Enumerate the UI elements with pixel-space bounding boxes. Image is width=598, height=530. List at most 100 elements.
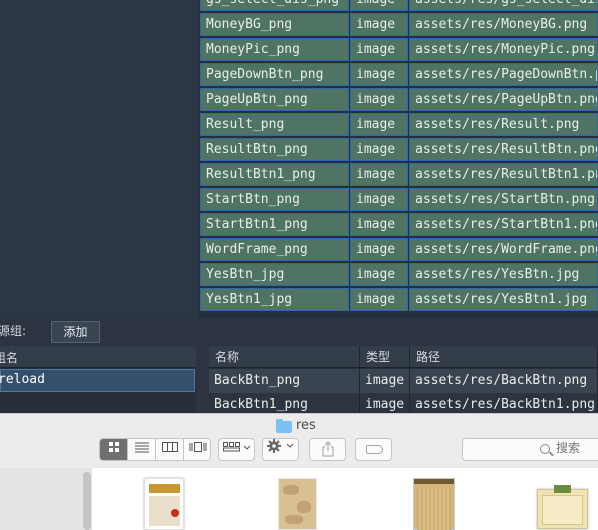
sidebar-scrollbar[interactable] — [83, 472, 91, 530]
columns-icon — [161, 442, 178, 452]
resource-name: ResultBtn_png — [200, 138, 349, 161]
table-row[interactable]: ResultBtn_png image assets/res/ResultBtn.p… — [199, 138, 598, 161]
resource-group-label: 资源组: — [0, 324, 27, 338]
coverflow-icon — [189, 442, 207, 452]
tag-button[interactable] — [355, 438, 392, 461]
window-title: res — [296, 418, 316, 433]
resource-type: image — [350, 288, 408, 311]
resource-type: image — [350, 113, 408, 136]
list-icon — [134, 442, 149, 453]
column-header-name[interactable]: 名称 — [209, 346, 360, 368]
resource-name: WordFrame_png — [200, 238, 349, 261]
resource-name: MoneyBG_png — [200, 13, 349, 36]
group-name-header: 组名 — [0, 351, 19, 365]
resource-path: assets/res/PageDownBtn.png — [409, 63, 598, 86]
action-button[interactable] — [262, 438, 299, 461]
table-row[interactable]: PageUpBtn_png image assets/res/PageUpBtn.p… — [199, 88, 598, 111]
resource-name: PageUpBtn_png — [200, 88, 349, 111]
column-view-button[interactable] — [156, 439, 184, 460]
groups-panel: 组名 reload — [0, 346, 196, 413]
texture-blot — [283, 485, 299, 495]
resource-path: assets/res/PageUpBtn.png — [409, 88, 598, 111]
resource-path: assets/res/MoneyBG.png — [409, 13, 598, 36]
share-button[interactable] — [309, 438, 346, 461]
table-row[interactable]: gs_select_dis_pngimageassets/res/gs_sele… — [199, 0, 598, 11]
resource-path: assets/res/YesBtn1.jpg — [409, 288, 598, 311]
groups-header[interactable]: 组名 — [0, 346, 196, 368]
table-row[interactable]: WordFrame_png image assets/res/WordFrame.p… — [199, 238, 598, 261]
resource-type: image — [350, 0, 408, 11]
list-view-button[interactable] — [128, 439, 156, 460]
resource-path: assets/res/BackBtn.png — [410, 369, 598, 393]
arrange-grid-icon — [223, 442, 251, 452]
finder-sidebar — [0, 468, 92, 530]
thumbnail-seal — [171, 509, 179, 517]
group-resources-panel: 名称 类型 路径 BackBtn_png image assets/res/Ba… — [209, 346, 598, 413]
table-row[interactable]: MoneyPic_png image assets/res/MoneyPic.png — [199, 38, 598, 61]
table-row[interactable]: YesBtn1_jpg image assets/res/YesBtn1.jpg — [199, 288, 598, 311]
view-mode-control — [99, 438, 211, 461]
resource-name: MoneyPic_png — [200, 38, 349, 61]
resource-name: YesBtn_jpg — [200, 263, 349, 286]
file-thumbnail-frame[interactable] — [537, 485, 588, 529]
thumbnail-band — [414, 479, 454, 484]
resource-type: image — [350, 63, 408, 86]
resource-type: image — [350, 138, 408, 161]
resource-type: image — [350, 88, 408, 111]
resource-type: image — [350, 13, 408, 36]
resource-type: image — [350, 263, 408, 286]
coverflow-view-button[interactable] — [184, 439, 212, 460]
group-row-reload[interactable]: reload — [0, 369, 195, 392]
resource-table: gs_select_dis_pngimageassets/res/gs_sele… — [199, 0, 598, 318]
table-row[interactable]: BackBtn_png image assets/res/BackBtn.png — [209, 369, 598, 393]
group-list-panel — [0, 0, 198, 318]
resource-name: BackBtn_png — [209, 369, 360, 393]
resource-name: ResultBtn1_png — [200, 163, 349, 186]
search-input[interactable] — [556, 441, 598, 455]
resource-type: image — [350, 213, 408, 236]
thumbnail-banner — [149, 484, 180, 493]
table-row[interactable]: BackBtn1_png image assets/res/BackBtn1.p… — [209, 393, 598, 413]
resource-path: assets/res/YesBtn.jpg — [409, 263, 598, 286]
resource-path: assets/res/StartBtn.png — [409, 188, 598, 211]
column-header-type[interactable]: 类型 — [360, 346, 410, 368]
table-row[interactable]: YesBtn_jpg image assets/res/YesBtn.jpg — [199, 263, 598, 286]
resource-name: BackBtn1_png — [209, 393, 360, 413]
icon-view-button[interactable] — [100, 439, 128, 460]
texture-blot — [297, 501, 311, 513]
resource-name: PageDownBtn_png — [200, 63, 349, 86]
resource-path: assets/res/Result.png — [409, 113, 598, 136]
file-thumbnail-parchment[interactable] — [278, 478, 317, 530]
resource-path: assets/res/MoneyPic.png — [409, 38, 598, 61]
resource-path: assets/res/WordFrame.png — [409, 238, 598, 261]
search-field[interactable] — [462, 438, 598, 461]
add-group-button[interactable]: 添加 — [51, 321, 100, 343]
file-thumbnail-game-title[interactable] — [144, 478, 184, 530]
grid-icon — [108, 442, 119, 452]
gear-icon — [267, 439, 294, 453]
resource-name: StartBtn_png — [200, 188, 349, 211]
column-header-path[interactable]: 路径 — [410, 346, 598, 368]
thumbnail-inner-frame — [542, 495, 583, 525]
table-row[interactable]: StartBtn_png image assets/res/StartBtn.png — [199, 188, 598, 211]
thumbnail-tab — [554, 485, 571, 493]
resource-editor: gs_select_dis_pngimageassets/res/gs_sele… — [0, 0, 598, 413]
table-row[interactable]: StartBtn1_png image assets/res/StartBtn1.p… — [199, 213, 598, 236]
tag-icon — [366, 445, 383, 454]
resource-type: image — [350, 188, 408, 211]
resource-path: assets/res/BackBtn1.png — [410, 393, 598, 413]
table-row[interactable]: Result_png image assets/res/Result.png — [199, 113, 598, 136]
table-row[interactable]: MoneyBG_png image assets/res/MoneyBG.png — [199, 13, 598, 36]
resource-type: image — [360, 369, 410, 393]
search-icon — [540, 444, 550, 454]
table-row[interactable]: PageDownBtn_png image assets/res/PageDownB… — [199, 63, 598, 86]
file-thumbnail-scroll[interactable] — [413, 478, 455, 530]
resource-type: image — [360, 393, 410, 413]
share-icon — [322, 441, 333, 457]
table-row[interactable]: ResultBtn1_png image assets/res/ResultBtn1… — [199, 163, 598, 186]
arrange-button[interactable] — [218, 438, 255, 461]
resource-type: image — [350, 163, 408, 186]
resource-type: image — [350, 38, 408, 61]
resource-type: image — [350, 238, 408, 261]
resource-name: YesBtn1_jpg — [200, 288, 349, 311]
